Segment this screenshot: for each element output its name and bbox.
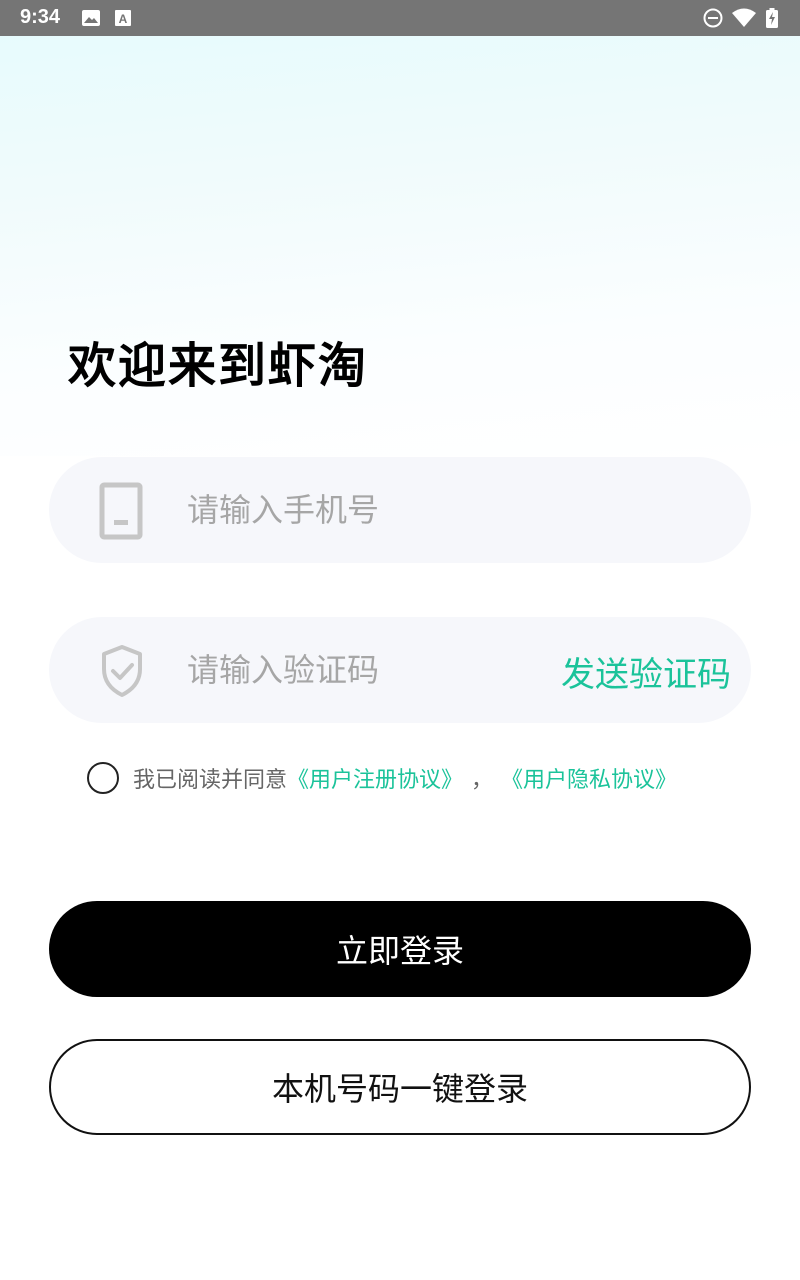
wifi-icon bbox=[732, 8, 756, 27]
text-a-icon: A bbox=[115, 10, 131, 26]
send-code-button[interactable]: 发送验证码 bbox=[561, 647, 731, 696]
battery-charging-icon bbox=[766, 8, 778, 28]
code-input[interactable] bbox=[187, 641, 527, 699]
phone-icon bbox=[99, 482, 143, 540]
do-not-disturb-icon bbox=[703, 8, 723, 28]
status-time: 9:34 bbox=[20, 6, 61, 28]
phone-field-container bbox=[49, 457, 751, 563]
status-bar: 9:34 A bbox=[0, 0, 800, 36]
agreement-prefix: 我已阅读并同意 bbox=[133, 768, 288, 793]
image-icon bbox=[82, 10, 100, 26]
login-button[interactable]: 立即登录 bbox=[49, 901, 751, 997]
agreement-separator: ， bbox=[471, 768, 494, 793]
one-click-login-button[interactable]: 本机号码一键登录 bbox=[49, 1039, 751, 1135]
code-field-container: 发送验证码 bbox=[49, 617, 751, 723]
svg-text:A: A bbox=[119, 12, 128, 26]
page-title: 欢迎来到虾淘 bbox=[68, 338, 369, 394]
user-agreement-link[interactable]: 《用户注册协议》 bbox=[287, 762, 463, 794]
agreement-checkbox[interactable] bbox=[87, 762, 119, 794]
privacy-policy-link[interactable]: 《用户隐私协议》 bbox=[501, 762, 677, 794]
shield-check-icon bbox=[102, 645, 142, 697]
agreement-row: 我已阅读并同意 《用户注册协议》 ， 《用户隐私协议》 bbox=[87, 760, 677, 796]
phone-input[interactable] bbox=[187, 481, 527, 539]
